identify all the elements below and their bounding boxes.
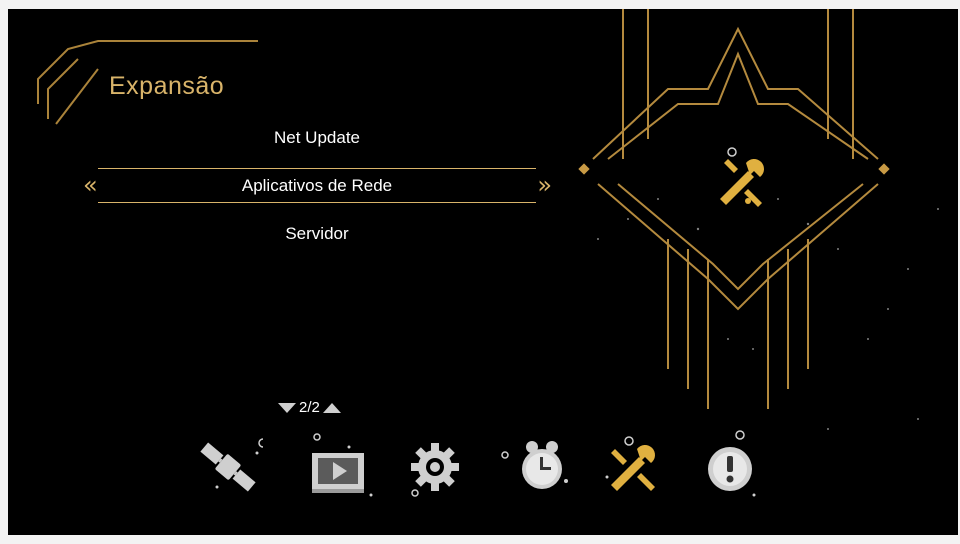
bottom-nav-bar [193, 429, 773, 509]
page-down-icon[interactable] [278, 402, 296, 413]
satellite-icon[interactable] [193, 429, 268, 499]
menu-item-servidor[interactable]: Servidor [98, 217, 536, 251]
tools-wrench-large-icon [708, 149, 778, 219]
page-indicator: 2/2 [278, 399, 341, 416]
alarm-clock-icon[interactable] [498, 429, 568, 499]
info-icon[interactable] [698, 429, 768, 499]
page-title: Expansão [109, 72, 225, 100]
menu-item-label: Aplicativos de Rede [241, 176, 393, 195]
screen: Expansão Net Update « Aplicativos de Red… [8, 9, 958, 535]
left-arrow-icon[interactable]: « [83, 169, 98, 202]
menu-item-net-update[interactable]: Net Update [98, 121, 536, 155]
menu-item-aplicativos-de-rede[interactable]: « Aplicativos de Rede » [83, 168, 552, 203]
page-up-icon[interactable] [322, 402, 341, 413]
right-arrow-icon[interactable]: » [537, 169, 552, 202]
page-number: 2/2 [299, 399, 320, 416]
media-icon[interactable] [305, 429, 375, 499]
tools-wrench-icon[interactable] [601, 429, 671, 499]
settings-gear-icon[interactable] [405, 429, 475, 499]
